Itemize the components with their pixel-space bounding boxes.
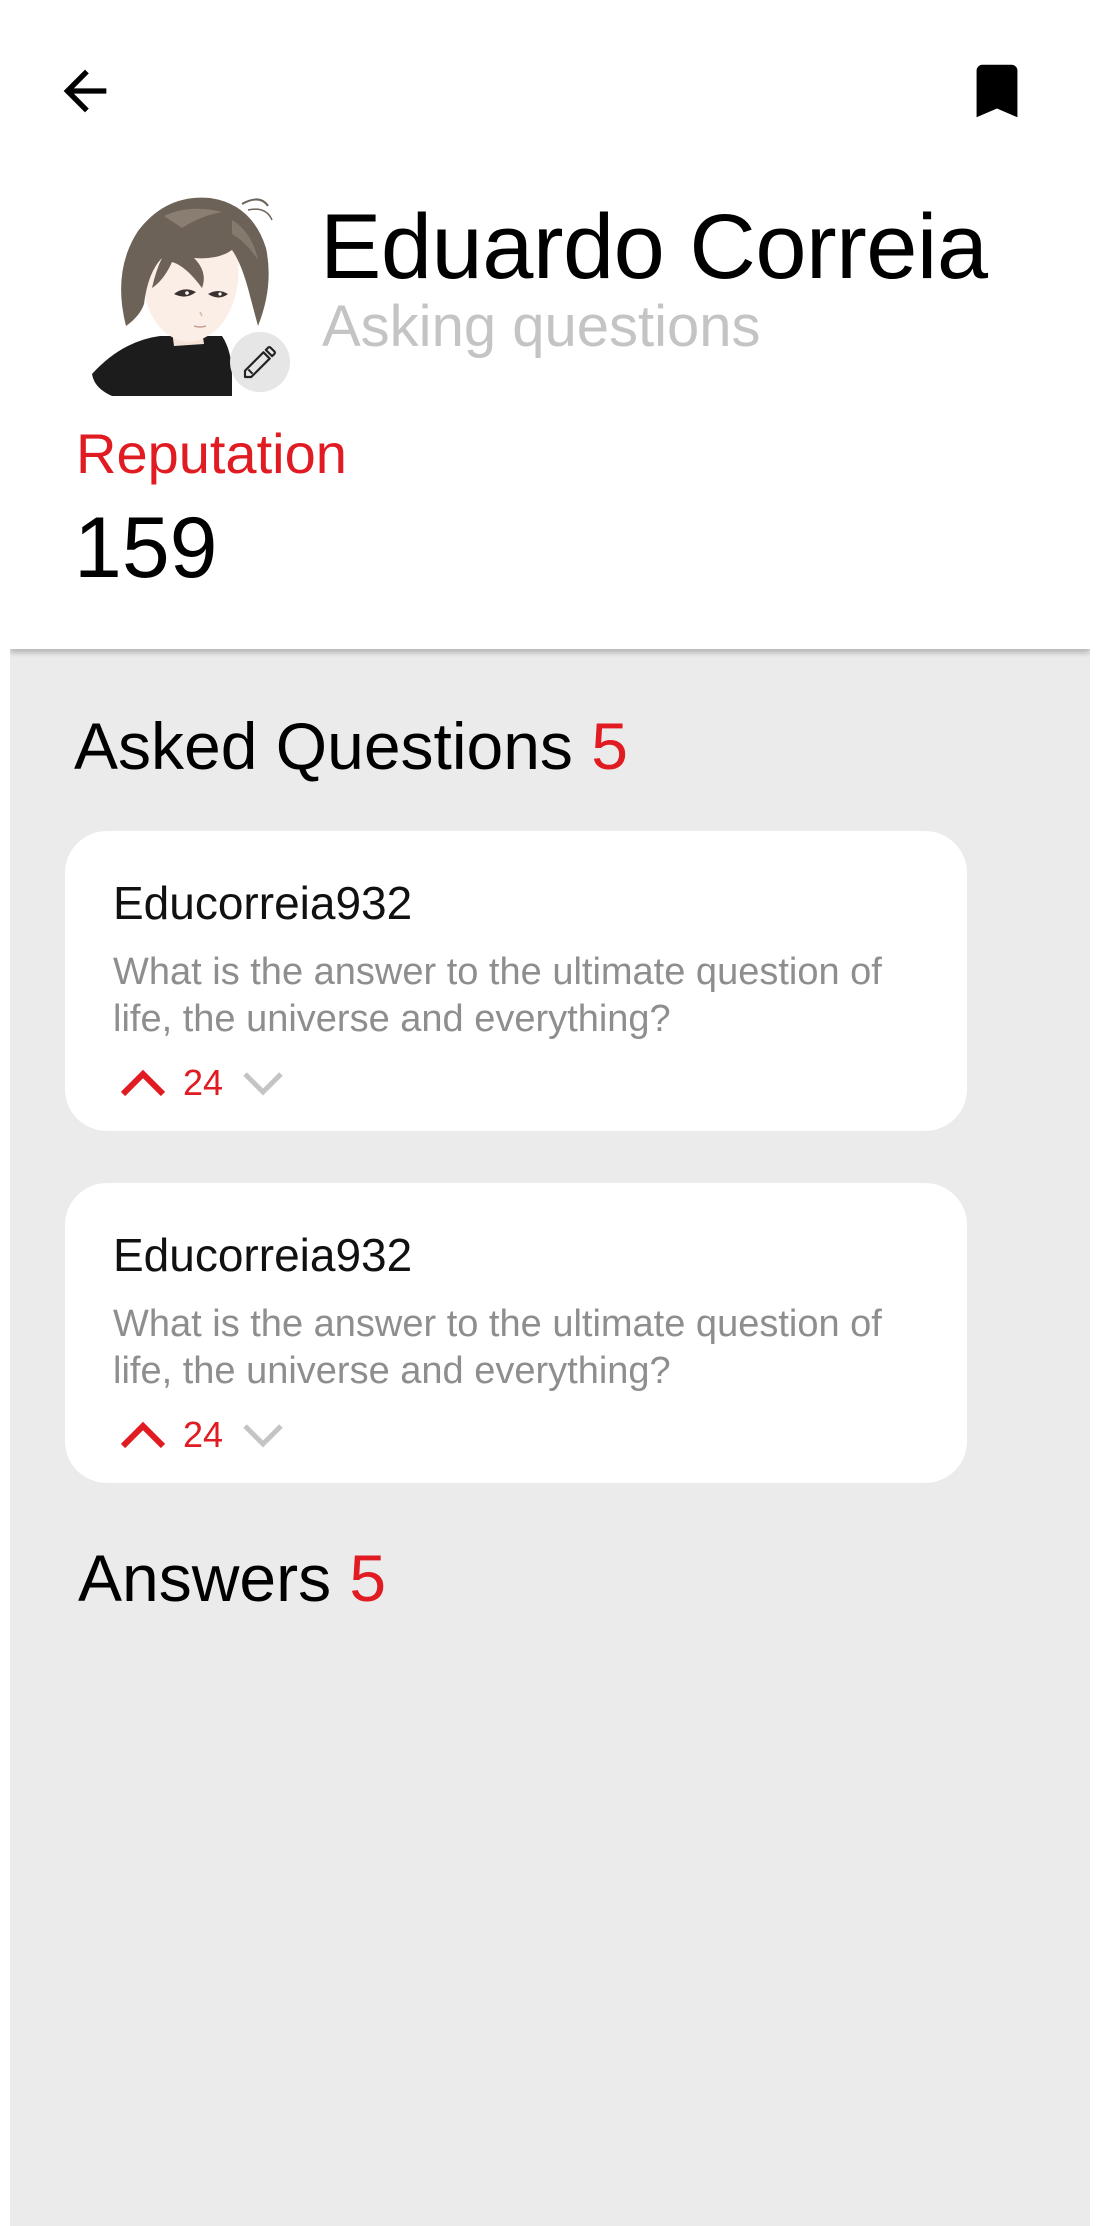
vote-controls: 24 xyxy=(113,1053,293,1113)
asked-questions-count: 5 xyxy=(591,709,628,783)
vote-count: 24 xyxy=(183,1414,224,1455)
bookmarks-button[interactable] xyxy=(960,54,1034,128)
reputation-label: Reputation xyxy=(76,422,347,485)
answers-count: 5 xyxy=(349,1541,387,1615)
profile-header-card: Eduardo Correia Asking questions Reputat… xyxy=(10,6,1090,649)
avatar-container xyxy=(82,176,292,396)
user-name: Eduardo Correia xyxy=(320,196,988,298)
arrow-left-icon xyxy=(63,69,107,113)
question-author: Educorreia932 xyxy=(113,877,413,929)
asked-questions-heading: Asked Questions 5 xyxy=(74,706,628,786)
downvote-button[interactable] xyxy=(233,1405,293,1465)
downvote-button[interactable] xyxy=(233,1053,293,1113)
asked-questions-title: Asked Questions xyxy=(74,709,573,783)
answers-heading: Answers 5 xyxy=(78,1538,386,1618)
upvote-button[interactable] xyxy=(113,1405,173,1465)
bookmark-icon xyxy=(976,64,1018,118)
edit-avatar-button[interactable] xyxy=(230,332,290,392)
answers-title: Answers xyxy=(78,1541,332,1615)
vote-count: 24 xyxy=(183,1062,224,1103)
reputation-value: 159 xyxy=(74,500,218,596)
back-button[interactable] xyxy=(48,54,122,128)
user-status: Asking questions xyxy=(322,294,761,359)
upvote-button[interactable] xyxy=(113,1053,173,1113)
question-author: Educorreia932 xyxy=(113,1229,413,1281)
profile-screen: Eduardo Correia Asking questions Reputat… xyxy=(10,6,1090,2226)
chevron-down-icon xyxy=(243,1424,283,1448)
question-card[interactable]: Educorreia932 What is the answer to the … xyxy=(65,1183,967,1483)
chevron-up-icon xyxy=(120,1069,166,1097)
chevron-up-icon xyxy=(120,1421,166,1449)
pencil-icon xyxy=(243,346,276,379)
question-text: What is the answer to the ultimate quest… xyxy=(113,1303,882,1392)
question-card[interactable]: Educorreia932 What is the answer to the … xyxy=(65,831,967,1131)
vote-controls: 24 xyxy=(113,1405,293,1465)
chevron-down-icon xyxy=(243,1072,283,1096)
question-text: What is the answer to the ultimate quest… xyxy=(113,951,882,1040)
